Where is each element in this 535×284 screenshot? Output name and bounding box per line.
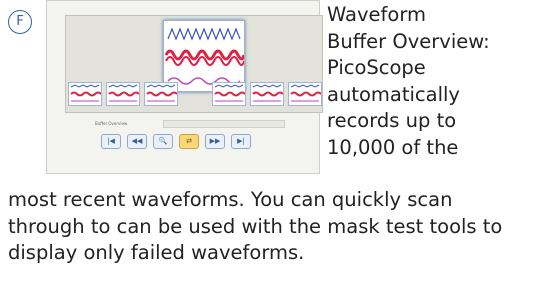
previous-icon: ◀◀ — [131, 137, 143, 145]
buffer-overview-screenshot: Buffer Overview |◀ ◀◀ 🔍 ⇄ ▶▶ ▶| — [46, 0, 323, 174]
text-line: automatically — [327, 82, 460, 106]
zoom-button[interactable]: 🔍 — [153, 134, 173, 149]
waveform-thumbnail[interactable] — [212, 82, 246, 106]
text-line: through to can be used with the mask tes… — [8, 214, 503, 238]
text-line: 10,000 of the — [327, 135, 459, 159]
first-button[interactable]: |◀ — [101, 134, 121, 149]
text-line: Buffer Overview: — [327, 29, 490, 53]
waveform-thumbnail[interactable] — [250, 82, 284, 106]
highlight-button[interactable]: ⇄ — [179, 134, 199, 149]
waveform-thumbnail[interactable] — [106, 82, 140, 106]
side-paragraph: Waveform Buffer Overview: PicoScope auto… — [327, 2, 531, 161]
previous-button[interactable]: ◀◀ — [127, 134, 147, 149]
last-icon: ▶| — [237, 137, 245, 145]
text-line: display only failed waveforms. — [8, 241, 305, 264]
zoom-icon: 🔍 — [158, 137, 168, 145]
waveform-thumbnail[interactable] — [144, 82, 178, 106]
waveform-thumbnail[interactable] — [288, 82, 322, 106]
first-icon: |◀ — [107, 137, 115, 145]
step-badge: F — [8, 10, 32, 34]
last-button[interactable]: ▶| — [231, 134, 251, 149]
text-line: most recent waveforms. You can quickly s… — [8, 188, 453, 211]
waveform-panel — [65, 15, 323, 113]
next-icon: ▶▶ — [209, 137, 221, 145]
text-line: Waveform — [327, 3, 426, 26]
highlight-icon: ⇄ — [186, 137, 192, 145]
bottom-paragraph: most recent waveforms. You can quickly s… — [8, 187, 534, 267]
next-button[interactable]: ▶▶ — [205, 134, 225, 149]
text-line: PicoScope — [327, 56, 426, 79]
waveform-thumbnail[interactable] — [68, 82, 102, 106]
buffer-field[interactable] — [163, 120, 285, 128]
buffer-field-label: Buffer Overview — [95, 121, 128, 126]
text-line: records up to — [327, 109, 457, 132]
